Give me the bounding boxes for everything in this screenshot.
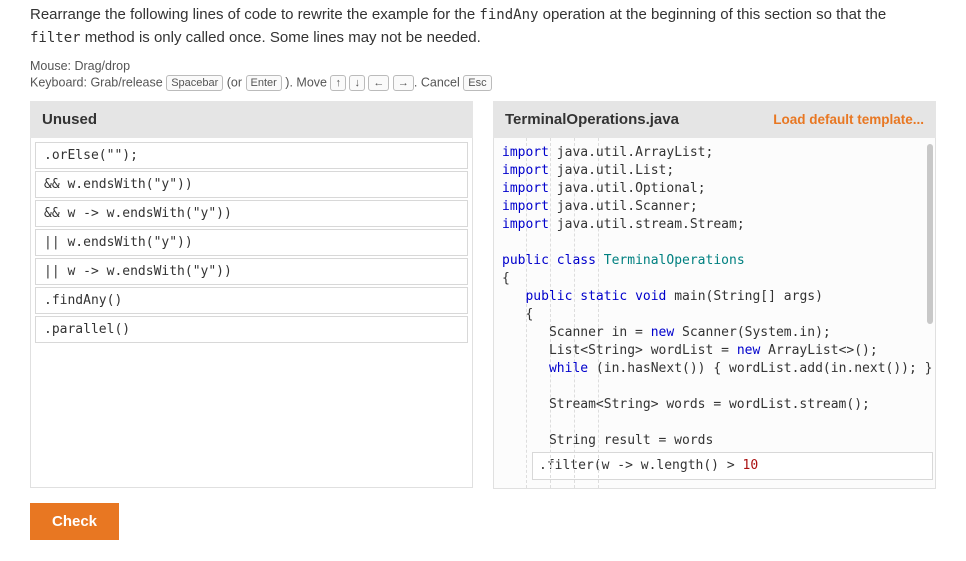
key-down: ↓ (349, 75, 365, 91)
key-spacebar: Spacebar (166, 75, 223, 91)
unused-drop-zone[interactable]: .orElse(""); && w.endsWith("y")) && w ->… (30, 138, 473, 488)
load-default-link[interactable]: Load default template... (773, 112, 924, 127)
unused-panel-header: Unused (30, 101, 473, 138)
code-line: while (in.hasNext()) { wordList.add(in.n… (502, 360, 933, 378)
code-line: { (502, 306, 933, 324)
code-panel-header: TerminalOperations.java Load default tem… (493, 101, 936, 138)
key-up: ↑ (330, 75, 346, 91)
keyboard-hints: Mouse: Drag/drop Keyboard: Grab/release … (30, 59, 936, 91)
unused-title: Unused (42, 111, 97, 128)
check-button[interactable]: Check (30, 503, 119, 540)
code-line: { (502, 270, 933, 288)
code-line: String result = words (502, 432, 933, 450)
key-enter: Enter (246, 75, 282, 91)
code-line: Scanner in = new Scanner(System.in); (502, 324, 933, 342)
code-line: import java.util.ArrayList; (502, 144, 933, 162)
key-esc: Esc (463, 75, 491, 91)
hint-keyboard: Keyboard: Grab/release Spacebar (or Ente… (30, 75, 936, 91)
drag-item[interactable]: .findAny() (35, 287, 468, 314)
placed-item-filter[interactable]: .filter(w -> w.length() > 10 (532, 452, 933, 480)
drag-item[interactable]: || w -> w.endsWith("y")) (35, 258, 468, 285)
code-line: import java.util.Scanner; (502, 198, 933, 216)
file-title: TerminalOperations.java (505, 111, 679, 128)
code-line: import java.util.Optional; (502, 180, 933, 198)
drag-item[interactable]: && w -> w.endsWith("y")) (35, 200, 468, 227)
code-findany: findAny (479, 7, 538, 23)
code-panel: TerminalOperations.java Load default tem… (493, 101, 936, 489)
code-line: Stream<String> words = wordList.stream()… (502, 396, 933, 414)
code-line: import java.util.List; (502, 162, 933, 180)
key-left: ← (368, 75, 389, 91)
instructions-text: Rearrange the following lines of code to… (30, 0, 936, 49)
hint-mouse: Mouse: Drag/drop (30, 59, 936, 73)
code-drop-zone[interactable]: import java.util.ArrayList; import java.… (493, 138, 936, 489)
code-line: import java.util.stream.Stream; (502, 216, 933, 234)
code-line: public static void main(String[] args) (502, 288, 933, 306)
drag-item[interactable]: .orElse(""); (35, 142, 468, 169)
drag-item[interactable]: .parallel() (35, 316, 468, 343)
drag-item[interactable]: || w.endsWith("y")) (35, 229, 468, 256)
code-line: public class TerminalOperations (502, 252, 933, 270)
unused-panel: Unused .orElse(""); && w.endsWith("y")) … (30, 101, 473, 489)
code-filter: filter (30, 30, 81, 46)
drag-item[interactable]: && w.endsWith("y")) (35, 171, 468, 198)
code-line: List<String> wordList = new ArrayList<>(… (502, 342, 933, 360)
key-right: → (393, 75, 414, 91)
